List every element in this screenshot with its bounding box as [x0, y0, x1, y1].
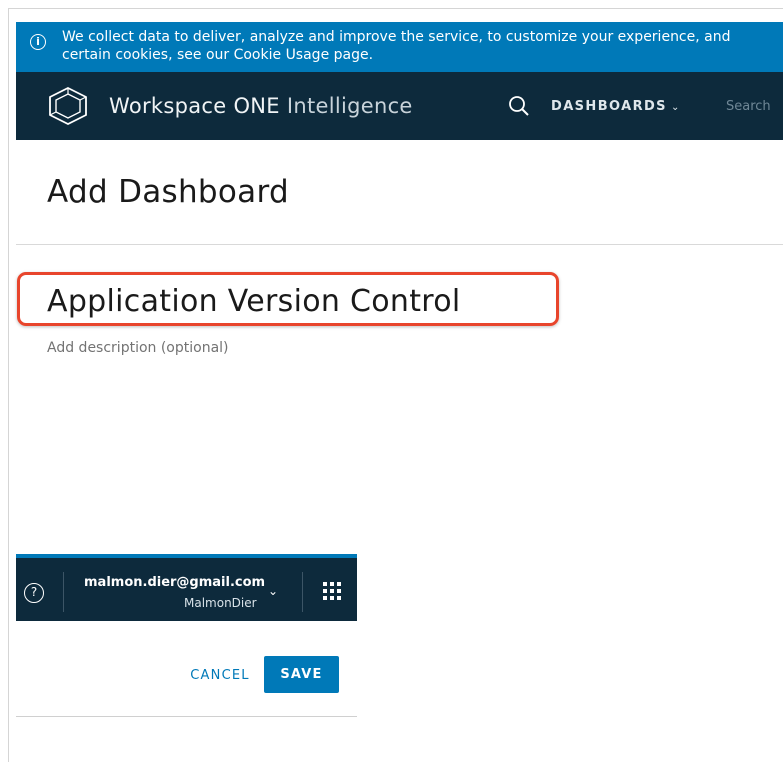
page-title: Add Dashboard [47, 174, 289, 210]
cookie-banner-line-1: We collect data to deliver, analyze and … [62, 29, 731, 45]
app-title[interactable]: Workspace ONE Intelligence [109, 94, 413, 118]
top-header: Workspace ONE Intelligence DASHBOARDS ⌄ S… [16, 72, 783, 140]
nav-dashboards-label: DASHBOARDS [551, 99, 667, 114]
cookie-banner-text: We collect data to deliver, analyze and … [62, 28, 783, 64]
user-name: MalmonDier [184, 596, 257, 610]
search-icon[interactable] [508, 95, 530, 117]
hexagon-logo-icon[interactable] [46, 86, 90, 126]
divider [302, 572, 303, 612]
info-icon: i [30, 34, 46, 50]
chevron-down-icon: ⌄ [670, 102, 681, 113]
app-title-sub: Intelligence [286, 94, 413, 118]
search-input[interactable]: Search [726, 99, 771, 114]
save-button[interactable]: SAVE [264, 656, 339, 693]
description-input[interactable]: Add description (optional) [47, 340, 229, 356]
user-account-bar: ? malmon.dier@gmail.com MalmonDier ⌄ [16, 554, 357, 621]
chevron-down-icon[interactable]: ⌄ [268, 584, 278, 598]
app-title-main: Workspace ONE [109, 94, 287, 118]
user-email[interactable]: malmon.dier@gmail.com [84, 575, 265, 590]
cancel-button[interactable]: CANCEL [180, 657, 260, 693]
divider [63, 572, 64, 612]
frame-border-left [8, 8, 9, 762]
divider [16, 244, 783, 245]
apps-grid-icon[interactable] [323, 582, 341, 600]
dashboard-name-input[interactable]: Application Version Control [47, 284, 461, 319]
cookie-banner: i We collect data to deliver, analyze an… [16, 22, 783, 72]
nav-dashboards[interactable]: DASHBOARDS ⌄ [551, 99, 681, 114]
help-icon[interactable]: ? [24, 583, 44, 603]
frame-border-top [8, 8, 783, 9]
divider [16, 716, 357, 717]
cookie-banner-line-2[interactable]: certain cookies, see our Cookie Usage pa… [62, 46, 783, 64]
